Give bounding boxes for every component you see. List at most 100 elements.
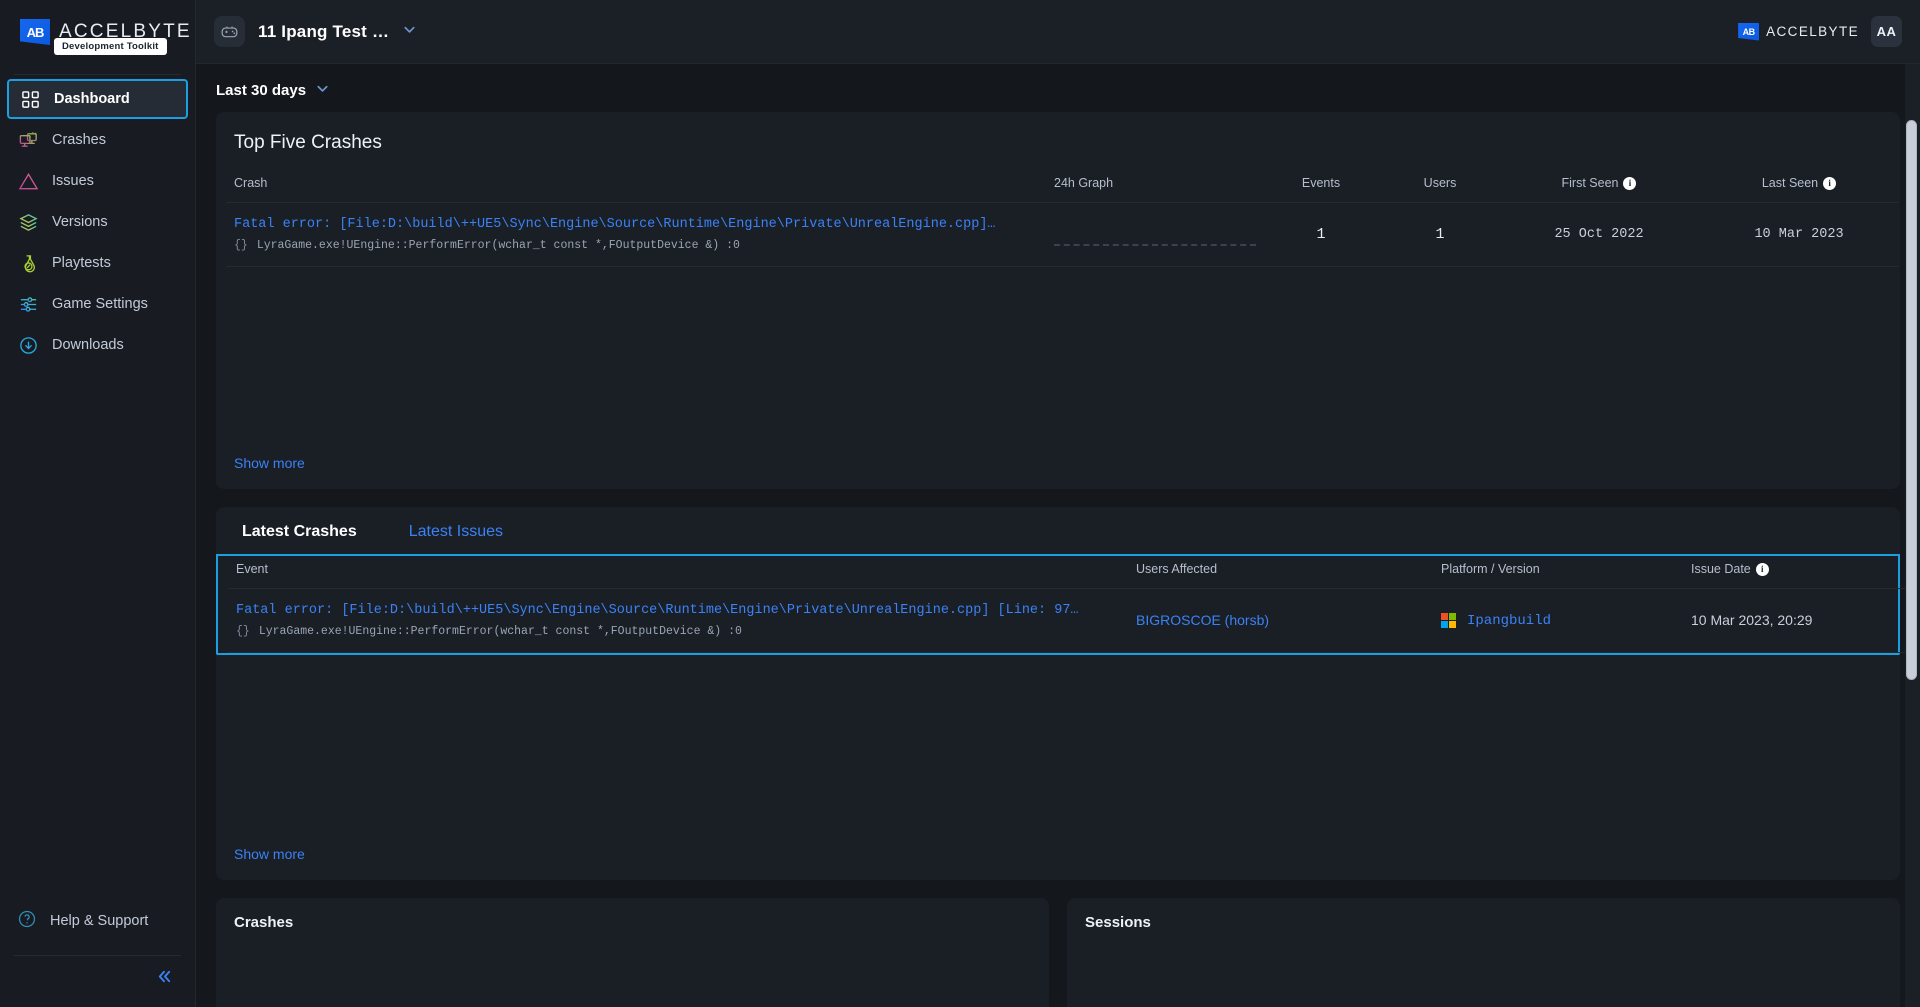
cell-event: Fatal error: [File:D:\build\++UE5\Sync\E…	[228, 588, 1128, 653]
topbar-right: AB ACCELBYTE AA	[1738, 16, 1902, 47]
game-controller-icon	[214, 16, 245, 47]
question-circle-icon	[17, 909, 37, 933]
chevron-down-icon	[402, 22, 417, 42]
sidebar-item-crashes[interactable]: Crashes	[7, 120, 188, 160]
crash-link[interactable]: Fatal error: [File:D:\build\++UE5\Sync\E…	[234, 217, 1038, 232]
table-empty-space	[216, 655, 1900, 830]
version-link[interactable]: Ipangbuild	[1467, 613, 1551, 629]
column-header-label: Issue Date	[1691, 562, 1751, 576]
cell-platform-version: Ipangbuild	[1433, 588, 1683, 653]
crashes-chart-card: Crashes	[216, 898, 1049, 1007]
table-row[interactable]: Fatal error: [File:D:\build\++UE5\Sync\E…	[228, 588, 1920, 653]
column-header-event[interactable]: Event	[228, 556, 1128, 589]
sidebar-item-label: Issues	[52, 173, 94, 189]
windows-logo-icon	[1441, 613, 1456, 628]
crashes-chart-title: Crashes	[234, 914, 294, 931]
page-title: Top Five Crashes	[234, 132, 382, 153]
accelbyte-logo-icon: AB	[20, 19, 50, 45]
sessions-chart-card: Sessions	[1067, 898, 1900, 1007]
cell-24h-graph	[1046, 202, 1261, 267]
sidebar-help-label: Help & Support	[50, 913, 149, 929]
sessions-chart-title: Sessions	[1085, 914, 1151, 931]
double-chevron-left-icon	[156, 968, 173, 985]
cell-last-seen: 10 Mar 2023	[1699, 202, 1899, 267]
table-header-row: Crash 24h Graph Events Users First Seen …	[226, 170, 1899, 203]
column-header-users-affected[interactable]: Users Affected	[1128, 556, 1433, 589]
filter-row: Last 30 days	[216, 64, 1900, 112]
table-header-row: Event Users Affected Platform / Version …	[228, 556, 1920, 589]
latest-crashes-table: Event Users Affected Platform / Version …	[228, 556, 1920, 653]
event-stack: {} LyraGame.exe!UEngine::PerformError(wc…	[236, 625, 1120, 638]
accelbyte-logo-mark: AB	[26, 24, 45, 40]
sidebar-item-label: Downloads	[52, 337, 124, 353]
column-header-issue-date[interactable]: Issue Date i	[1683, 556, 1920, 589]
column-header-events[interactable]: Events	[1261, 170, 1381, 203]
sidebar: AB ACCELBYTE Development Toolkit Dashboa…	[0, 0, 196, 1007]
sparkline-baseline	[1054, 243, 1256, 246]
sidebar-nav: Dashboard Crashes Issues Versions Playte…	[0, 79, 195, 365]
cell-events: 1	[1261, 202, 1381, 267]
sidebar-item-label: Playtests	[52, 255, 111, 271]
event-link[interactable]: Fatal error: [File:D:\build\++UE5\Sync\E…	[236, 603, 1120, 618]
scrollbar-thumb[interactable]	[1906, 120, 1917, 680]
event-stack-text: LyraGame.exe!UEngine::PerformError(wchar…	[258, 625, 742, 638]
sidebar-item-game-settings[interactable]: Game Settings	[7, 284, 188, 324]
show-more-top-crashes[interactable]: Show more	[216, 439, 323, 489]
code-braces-icon: {}	[236, 625, 250, 638]
sidebar-item-issues[interactable]: Issues	[7, 161, 188, 201]
date-range-selector[interactable]: Last 30 days	[216, 81, 330, 100]
page-scroll-area: Last 30 days Top Five Crashes Crash 24h …	[196, 64, 1920, 1007]
user-link[interactable]: BIGROSCOE (horsb)	[1136, 612, 1269, 628]
code-braces-icon: {}	[234, 239, 248, 252]
brand-logo-block[interactable]: AB ACCELBYTE Development Toolkit	[0, 0, 195, 64]
date-range-label: Last 30 days	[216, 82, 307, 99]
sidebar-collapse-button[interactable]	[0, 968, 195, 1007]
accelbyte-logo-icon: AB	[1738, 22, 1760, 41]
sidebar-item-help-support[interactable]: Help & Support	[0, 899, 195, 943]
accelbyte-brand-text: ACCELBYTE	[1766, 24, 1859, 39]
column-header-users[interactable]: Users	[1381, 170, 1499, 203]
info-icon[interactable]: i	[1623, 176, 1637, 190]
sidebar-item-label: Crashes	[52, 132, 106, 148]
crashes-icon	[17, 129, 39, 151]
column-header-24h-graph[interactable]: 24h Graph	[1046, 170, 1261, 203]
accelbyte-logo-mark: AB	[1742, 26, 1756, 37]
crash-stack: {} LyraGame.exe!UEngine::PerformError(wc…	[234, 239, 1038, 252]
sidebar-item-downloads[interactable]: Downloads	[7, 325, 188, 365]
crash-stack-text: LyraGame.exe!UEngine::PerformError(wchar…	[256, 239, 740, 252]
game-name: 11 Ipang Test …	[258, 21, 390, 41]
sidebar-item-label: Game Settings	[52, 296, 148, 312]
latest-table-highlight: Event Users Affected Platform / Version …	[216, 556, 1920, 655]
column-header-platform-version[interactable]: Platform / Version	[1433, 556, 1683, 589]
sidebar-item-label: Dashboard	[54, 91, 130, 107]
sidebar-item-dashboard[interactable]: Dashboard	[7, 79, 188, 119]
sliders-icon	[17, 293, 39, 315]
tab-latest-crashes[interactable]: Latest Crashes	[216, 507, 383, 556]
cell-users: 1	[1381, 202, 1499, 267]
tab-latest-issues[interactable]: Latest Issues	[383, 507, 529, 554]
layers-icon	[17, 211, 39, 233]
sidebar-item-versions[interactable]: Versions	[7, 202, 188, 242]
page-content: Last 30 days Top Five Crashes Crash 24h …	[196, 64, 1920, 1007]
table-empty-space	[216, 267, 1900, 439]
column-header-crash[interactable]: Crash	[226, 170, 1046, 203]
cell-crash: Fatal error: [File:D:\build\++UE5\Sync\E…	[226, 202, 1046, 267]
chevron-down-icon	[315, 81, 330, 100]
avatar[interactable]: AA	[1871, 16, 1902, 47]
info-icon[interactable]: i	[1823, 176, 1837, 190]
column-header-label: Last Seen	[1761, 176, 1819, 190]
column-header-last-seen[interactable]: Last Seen i	[1699, 170, 1899, 203]
sidebar-item-playtests[interactable]: Playtests	[7, 243, 188, 283]
show-more-latest[interactable]: Show more	[216, 830, 323, 880]
game-selector[interactable]: 11 Ipang Test …	[214, 16, 417, 47]
top-five-crashes-table: Crash 24h Graph Events Users First Seen …	[226, 170, 1899, 267]
table-row[interactable]: Fatal error: [File:D:\build\++UE5\Sync\E…	[226, 202, 1899, 267]
topbar: 11 Ipang Test … AB ACCELBYTE AA	[196, 0, 1920, 64]
cell-first-seen: 25 Oct 2022	[1499, 202, 1699, 267]
info-icon[interactable]: i	[1755, 562, 1769, 576]
sidebar-divider-top	[14, 74, 181, 75]
column-header-first-seen[interactable]: First Seen i	[1499, 170, 1699, 203]
accelbyte-brand-mini: AB ACCELBYTE	[1738, 22, 1859, 41]
top-five-crashes-card: Top Five Crashes Crash 24h Graph Events	[216, 112, 1900, 489]
